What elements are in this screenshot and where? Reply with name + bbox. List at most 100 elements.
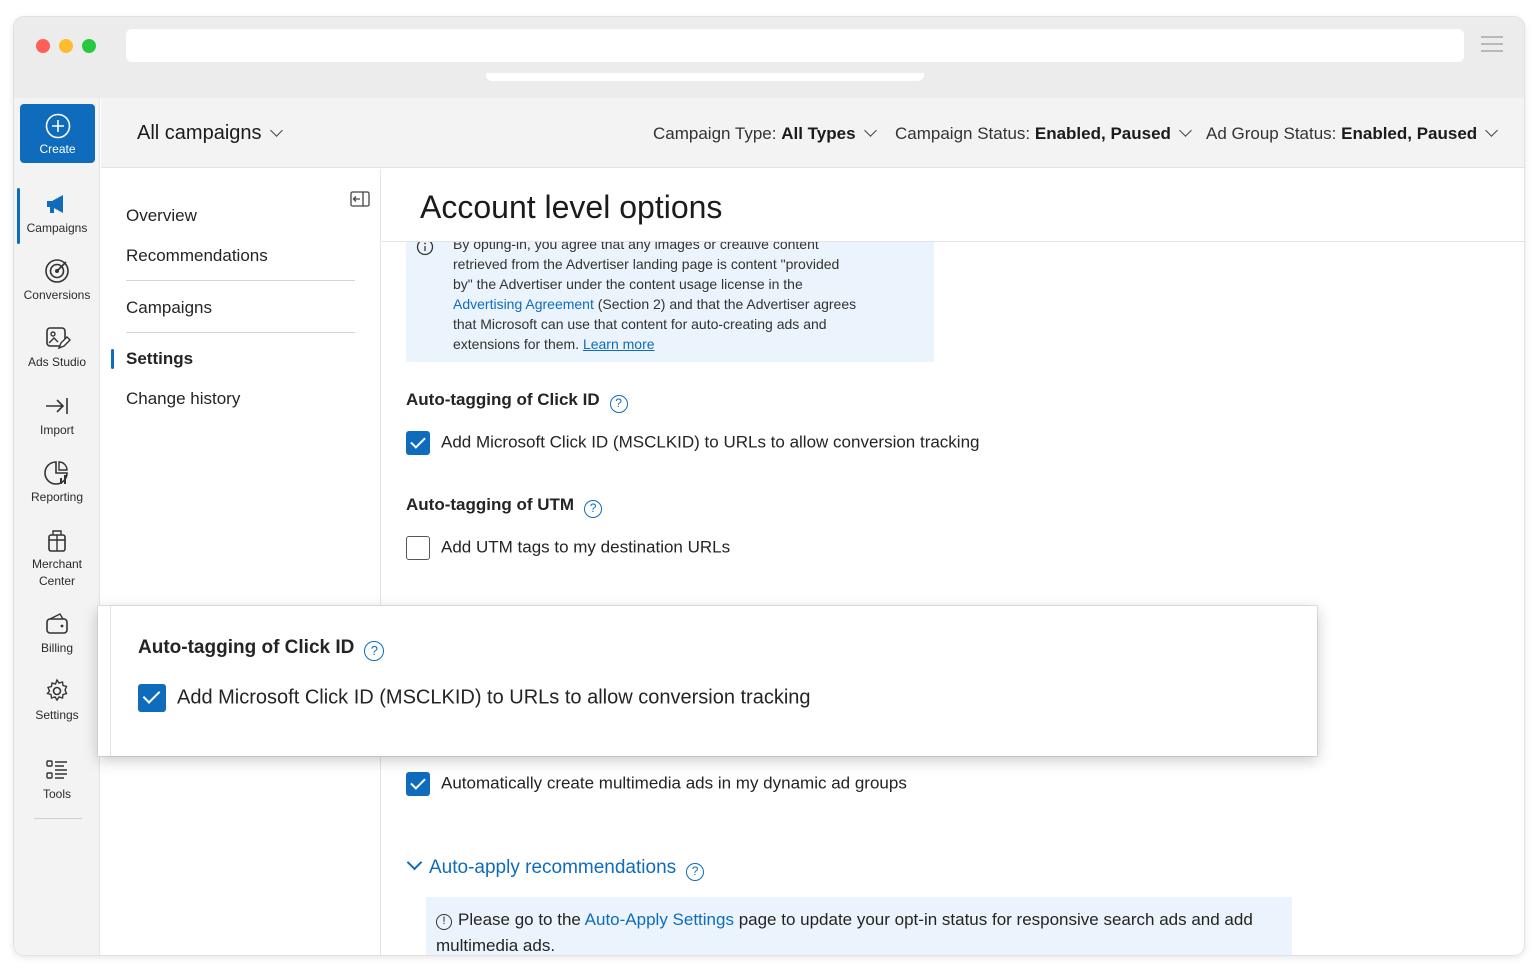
rail-item-billing[interactable]: Billing xyxy=(14,610,100,657)
tab-indicator xyxy=(486,73,924,81)
auto-apply-title: Auto-apply recommendations xyxy=(429,857,677,878)
rail-label: Reporting xyxy=(30,490,84,504)
help-icon[interactable]: ? xyxy=(584,500,603,518)
help-icon[interactable]: ? xyxy=(364,641,385,661)
subnav-settings[interactable]: Settings xyxy=(126,349,193,369)
utm-checkbox-row[interactable]: Add UTM tags to my destination URLs xyxy=(406,536,730,560)
auto-apply-settings-link[interactable]: Auto-Apply Settings xyxy=(585,910,734,929)
rail-item-tools[interactable]: Tools xyxy=(14,756,100,803)
advertising-agreement-link[interactable]: Advertising Agreement xyxy=(453,296,594,312)
rail-label: Merchant Center xyxy=(31,557,83,588)
click-id-checkbox-row[interactable]: Add Microsoft Click ID (MSCLKID) to URLs… xyxy=(406,431,980,455)
info-line-text: extensions for them. xyxy=(453,336,580,352)
subnav-change-history[interactable]: Change history xyxy=(126,389,240,409)
campaign-type-filter[interactable]: Campaign Type: All Types xyxy=(653,124,877,144)
minimize-window-button[interactable] xyxy=(59,39,73,53)
browser-titlebar xyxy=(14,17,1524,98)
secondary-nav: Overview Recommendations Campaigns Setti… xyxy=(101,169,381,955)
info-icon: ! xyxy=(436,914,452,930)
chevron-down-icon xyxy=(406,854,423,871)
rail-label: Tools xyxy=(42,787,71,801)
help-icon[interactable]: ? xyxy=(609,395,628,413)
auto-apply-note: ! Please go to the Auto-Apply Settings pa… xyxy=(426,897,1292,955)
title-area: Account level options xyxy=(382,169,1524,241)
chevron-down-icon xyxy=(269,124,283,137)
filter-bar: All campaigns Campaign Type: All Types C… xyxy=(101,98,1524,168)
target-icon xyxy=(45,259,69,283)
create-button[interactable]: Create xyxy=(20,104,95,163)
rail-item-campaigns[interactable]: Campaigns xyxy=(14,188,100,244)
help-icon[interactable]: ? xyxy=(686,863,705,881)
rail-item-settings[interactable]: Settings xyxy=(14,677,100,724)
hamburger-menu-icon[interactable] xyxy=(1481,36,1503,54)
browser-window: Create Campaigns Conversions Ads Studio … xyxy=(14,17,1524,955)
filter-label: Campaign Status: xyxy=(895,124,1031,143)
chevron-down-icon xyxy=(863,124,877,137)
info-line: by" the Advertiser under the content usa… xyxy=(453,276,803,292)
plus-circle-icon xyxy=(45,113,70,139)
callout-divider xyxy=(110,606,111,756)
info-line: extensions for them. Learn more xyxy=(453,334,913,354)
address-bar[interactable] xyxy=(126,29,1464,62)
filter-label: Campaign Type: xyxy=(653,124,777,143)
subnav-divider xyxy=(126,280,355,281)
campaign-status-filter[interactable]: Campaign Status: Enabled, Paused xyxy=(895,124,1192,144)
info-text: By opting-in, you agree that any images … xyxy=(453,234,913,354)
rail-item-conversions[interactable]: Conversions xyxy=(14,257,100,304)
rail-item-ads-studio[interactable]: Ads Studio xyxy=(14,324,100,371)
multimedia-checkbox[interactable] xyxy=(406,772,430,796)
image-edit-icon xyxy=(46,327,71,350)
filter-value: Enabled, Paused xyxy=(1341,124,1478,143)
checkbox-label: Add UTM tags to my destination URLs xyxy=(441,537,731,557)
callout-title-text: Auto-tagging of Click ID xyxy=(138,637,355,658)
click-id-checkbox[interactable] xyxy=(406,431,430,455)
info-box: By opting-in, you agree that any images … xyxy=(406,236,934,362)
filter-value: All Types xyxy=(781,124,856,143)
auto-apply-toggle[interactable]: Auto-apply recommendations? xyxy=(406,854,705,881)
info-line: that Microsoft can use that content for … xyxy=(453,316,827,332)
subnav-campaigns[interactable]: Campaigns xyxy=(126,298,212,318)
rail-item-merchant-center[interactable]: Merchant Center xyxy=(14,526,100,590)
rail-item-import[interactable]: Import xyxy=(14,392,100,439)
collapse-panel-icon[interactable] xyxy=(350,191,370,207)
checkbox-label: Add Microsoft Click ID (MSCLKID) to URLs… xyxy=(441,432,980,452)
info-line: Advertising Agreement (Section 2) and th… xyxy=(453,294,913,314)
callout-click-id-checkbox[interactable] xyxy=(138,684,166,712)
utm-checkbox[interactable] xyxy=(406,536,430,560)
megaphone-icon xyxy=(47,195,63,213)
info-line: retrieved from the Advertiser landing pa… xyxy=(453,256,840,272)
filter-value: Enabled, Paused xyxy=(1034,124,1171,143)
section-title-text: Auto-tagging of UTM xyxy=(406,495,575,514)
learn-more-link[interactable]: Learn more xyxy=(583,336,655,352)
rail-label: Campaigns xyxy=(26,221,88,235)
rail-divider xyxy=(34,818,82,819)
campaign-scope-dropdown[interactable]: All campaigns xyxy=(137,122,283,145)
section-title-text: Auto-tagging of Click ID xyxy=(406,390,600,409)
subnav-recommendations[interactable]: Recommendations xyxy=(126,246,268,266)
note-text: Please go to the xyxy=(458,910,585,929)
scope-label: All campaigns xyxy=(137,122,262,144)
wallet-icon xyxy=(46,613,68,634)
chevron-down-icon xyxy=(1485,124,1499,137)
tools-list-icon xyxy=(46,760,67,779)
rail-label: Import xyxy=(39,423,74,437)
report-chart-icon xyxy=(44,461,68,485)
ad-group-status-filter[interactable]: Ad Group Status: Enabled, Paused xyxy=(1206,124,1499,144)
filter-label: Ad Group Status: xyxy=(1206,124,1337,143)
info-line-rest: (Section 2) and that the Advertiser agre… xyxy=(593,296,857,312)
subnav-overview[interactable]: Overview xyxy=(126,206,197,226)
callout-checkbox-row[interactable]: Add Microsoft Click ID (MSCLKID) to URLs… xyxy=(138,684,811,712)
close-window-button[interactable] xyxy=(36,39,50,53)
zoom-callout: Auto-tagging of Click ID? Add Microsoft … xyxy=(98,606,1317,756)
multimedia-checkbox-row[interactable]: Automatically create multimedia ads in m… xyxy=(406,772,907,796)
callout-checkbox-label: Add Microsoft Click ID (MSCLKID) to URLs… xyxy=(177,686,811,709)
title-divider xyxy=(382,241,1524,242)
page-title: Account level options xyxy=(420,189,723,225)
rail-item-reporting[interactable]: Reporting xyxy=(14,459,100,506)
utm-section-title: Auto-tagging of UTM? xyxy=(406,495,603,518)
click-id-section-title: Auto-tagging of Click ID? xyxy=(406,390,628,413)
maximize-window-button[interactable] xyxy=(82,39,96,53)
auto-apply-note-text: ! Please go to the Auto-Apply Settings pa… xyxy=(436,907,1286,955)
active-indicator xyxy=(17,188,20,244)
rail-label: Conversions xyxy=(23,288,91,302)
